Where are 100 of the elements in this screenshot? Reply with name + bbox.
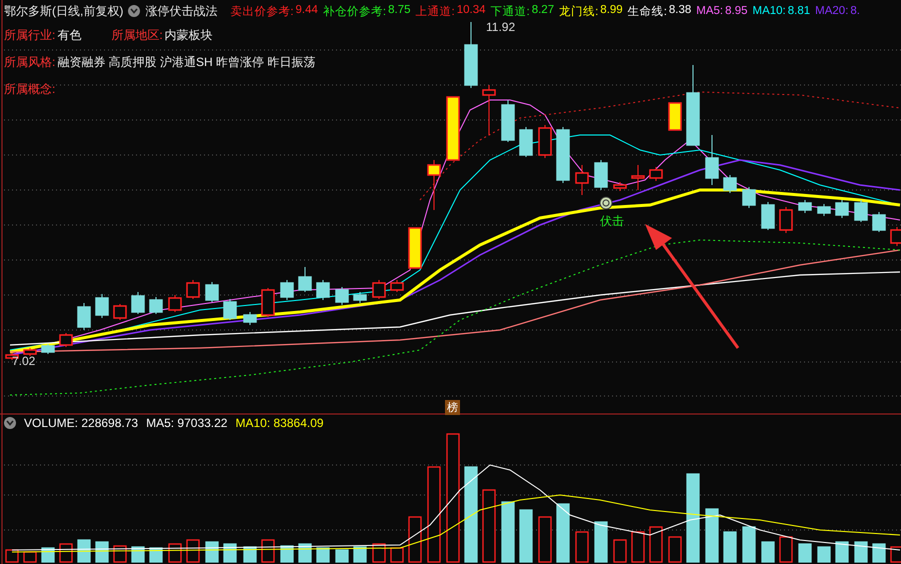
indicator-value: 8.38 xyxy=(668,4,692,18)
strategy-name[interactable]: 涨停伏击战法 xyxy=(145,2,218,20)
signal-coin-icon xyxy=(600,196,612,210)
candlestick xyxy=(723,174,737,194)
info-label: 所属行业: xyxy=(4,27,56,44)
info-value: 内蒙板块 xyxy=(164,27,213,44)
candlestick xyxy=(668,102,682,131)
low-price-label: 7.02 xyxy=(12,354,36,368)
indicator-label: 卖出价参考: xyxy=(230,4,294,18)
info-value: 融资融券 高质押股 沪港通SH 昨曾涨停 昨日振荡 xyxy=(57,54,316,71)
candlestick xyxy=(519,126,533,158)
info-value: 有色 xyxy=(57,27,82,44)
indicator-label: MA10: xyxy=(752,5,786,17)
candlestick xyxy=(280,280,294,300)
volume-bar xyxy=(501,501,515,563)
candlestick xyxy=(649,166,663,182)
indicator-value: 8.95 xyxy=(725,5,748,17)
volume-bar xyxy=(835,541,849,563)
dropdown-icon[interactable] xyxy=(4,417,16,429)
indicator-label: MA20: xyxy=(815,5,848,17)
candlestick xyxy=(427,160,441,210)
candlestick xyxy=(556,126,570,184)
candlestick xyxy=(113,304,127,320)
candlestick xyxy=(353,292,367,304)
indicator-label: 下通道: xyxy=(490,4,530,18)
candlestick xyxy=(131,292,145,314)
candlestick xyxy=(261,288,275,318)
volume-bar xyxy=(594,521,608,563)
volume-bar xyxy=(742,526,756,563)
stock-title: 鄂尔多斯(日线,前复权) xyxy=(4,2,124,20)
candlestick xyxy=(705,134,719,186)
candlestick xyxy=(335,286,349,306)
candlestick xyxy=(149,296,163,314)
volume-bar xyxy=(77,539,91,563)
candlestick xyxy=(59,332,73,348)
volume-bar xyxy=(316,547,330,563)
indicator-value: 8.75 xyxy=(388,4,411,18)
indicator-value: 9.44 xyxy=(296,4,318,18)
info-label: 所属地区: xyxy=(111,27,163,44)
candlestick xyxy=(854,200,868,222)
volume-reading: VOLUME: 228698.73 xyxy=(24,416,138,430)
candlestick xyxy=(464,22,478,88)
candlestick xyxy=(186,280,200,300)
candlestick xyxy=(779,206,793,234)
indicator-value: 8. xyxy=(850,5,860,17)
candlestick xyxy=(594,160,608,190)
candlestick xyxy=(243,312,257,326)
ranking-badge: 榜 xyxy=(445,400,460,415)
indicator-label: MA5: xyxy=(696,5,724,17)
candlestick xyxy=(742,186,756,208)
volume-bar xyxy=(705,508,719,563)
candlestick xyxy=(817,204,831,216)
info-label: 所属概念: xyxy=(4,81,56,98)
info-label: 所属风格: xyxy=(4,54,56,71)
candlestick xyxy=(77,302,91,330)
candlestick xyxy=(631,164,645,190)
indicator-label: 龙门线: xyxy=(559,4,598,18)
volume-bar xyxy=(798,543,812,563)
signal-label: 伏击 xyxy=(600,213,624,230)
candlestick xyxy=(482,84,496,136)
candlestick xyxy=(872,212,886,232)
volume-bar xyxy=(854,541,868,563)
candlestick xyxy=(761,202,775,230)
candlestick xyxy=(95,294,109,318)
indicator-value: 8.81 xyxy=(788,5,810,17)
candlestick xyxy=(223,298,237,320)
volume-bar xyxy=(556,503,570,563)
candlestick xyxy=(501,100,515,142)
candlestick xyxy=(575,164,589,196)
indicator-value: 10.34 xyxy=(456,4,486,18)
candlestick xyxy=(798,200,812,214)
volume-bar xyxy=(872,543,886,563)
volume-bar xyxy=(335,549,349,563)
candlestick xyxy=(835,200,849,218)
indicator-label: 上通道: xyxy=(416,4,455,18)
high-price-label: 11.92 xyxy=(486,20,516,34)
indicator-label: 补仓价参考: xyxy=(322,4,386,18)
candlestick xyxy=(446,96,460,161)
volume-bar xyxy=(817,546,831,563)
volume-reading: MA5: 97033.22 xyxy=(146,416,228,430)
volume-reading: MA10: 83864.09 xyxy=(235,416,324,430)
candlestick xyxy=(168,294,182,312)
candlestick xyxy=(316,280,330,300)
volume-bar xyxy=(95,541,109,563)
volume-bar xyxy=(353,546,367,563)
indicator-value: 8.27 xyxy=(532,4,554,18)
dropdown-icon[interactable] xyxy=(128,5,140,17)
candlestick xyxy=(298,266,312,292)
candlestick xyxy=(408,227,422,269)
indicator-value: 8.99 xyxy=(600,4,623,18)
candlestick xyxy=(390,280,404,292)
candlestick xyxy=(372,280,386,300)
volume-bar xyxy=(205,541,219,563)
candlestick xyxy=(41,344,55,354)
volume-bar xyxy=(223,543,237,563)
volume-bar xyxy=(723,531,737,563)
candlestick xyxy=(23,348,37,356)
candlestick xyxy=(613,182,627,192)
volume-bar xyxy=(298,543,312,563)
candlestick xyxy=(538,124,552,158)
